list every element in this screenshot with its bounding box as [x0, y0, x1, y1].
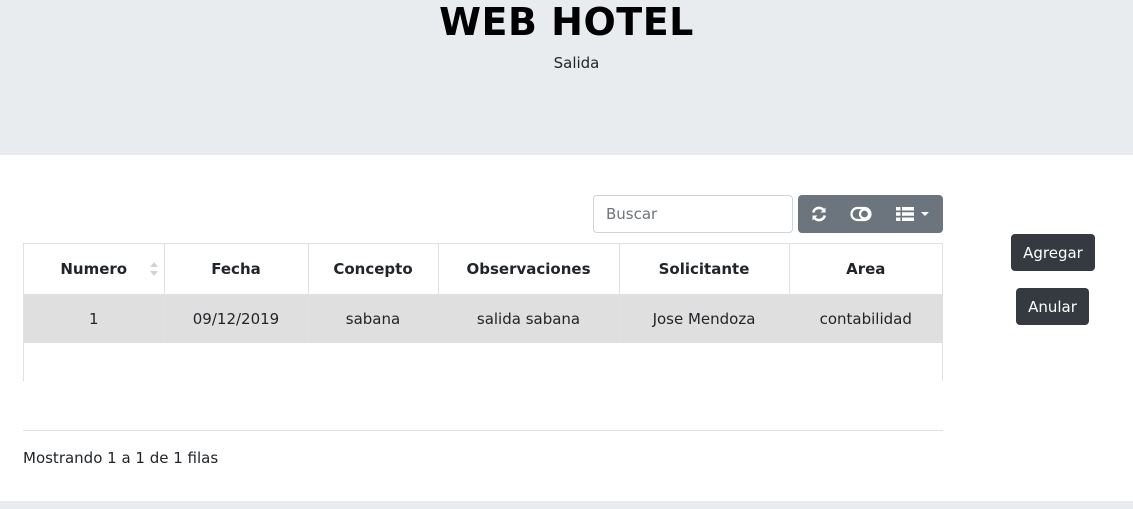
add-button[interactable]: Agregar: [1011, 234, 1095, 271]
refresh-icon: [811, 206, 827, 222]
columns-dropdown-button[interactable]: [882, 195, 943, 233]
header-jumbotron: WEB HOTEL Salida: [0, 0, 1133, 155]
refresh-button[interactable]: [798, 195, 840, 233]
cell-area: contabilidad: [789, 294, 942, 343]
cell-solicitante: Jose Mendoza: [619, 294, 790, 343]
sort-icon: [149, 262, 158, 276]
column-header-concepto[interactable]: Concepto: [308, 244, 439, 295]
cancel-button[interactable]: Anular: [1016, 288, 1089, 325]
page-title: WEB HOTEL: [439, 0, 694, 44]
data-table-container: Numero Fecha Concepto Observaciones Soli…: [23, 243, 943, 381]
columns-icon: [895, 207, 914, 221]
cell-numero: 1: [24, 294, 165, 343]
cell-fecha: 09/12/2019: [164, 294, 309, 343]
column-header-observaciones[interactable]: Observaciones: [438, 244, 620, 295]
toggle-icon: [850, 206, 872, 222]
column-header-fecha[interactable]: Fecha: [164, 244, 309, 295]
column-header-solicitante[interactable]: Solicitante: [619, 244, 790, 295]
column-header-numero[interactable]: Numero: [24, 244, 165, 295]
footer-bar: [0, 501, 1133, 509]
column-header-area[interactable]: Area: [789, 244, 942, 295]
page-subtitle: Salida: [553, 54, 600, 72]
divider: [23, 430, 943, 431]
table-header-row: Numero Fecha Concepto Observaciones Soli…: [24, 244, 942, 295]
data-table: Numero Fecha Concepto Observaciones Soli…: [24, 244, 942, 343]
search-input[interactable]: [593, 195, 793, 233]
caret-down-icon: [920, 212, 929, 216]
cell-observaciones: salida sabana: [438, 294, 620, 343]
table-toolbar: [798, 195, 943, 233]
cell-concepto: sabana: [308, 294, 439, 343]
pagination-info: Mostrando 1 a 1 de 1 filas: [23, 449, 219, 467]
toggle-view-button[interactable]: [840, 195, 882, 233]
table-row[interactable]: 1 09/12/2019 sabana salida sabana Jose M…: [24, 294, 942, 343]
